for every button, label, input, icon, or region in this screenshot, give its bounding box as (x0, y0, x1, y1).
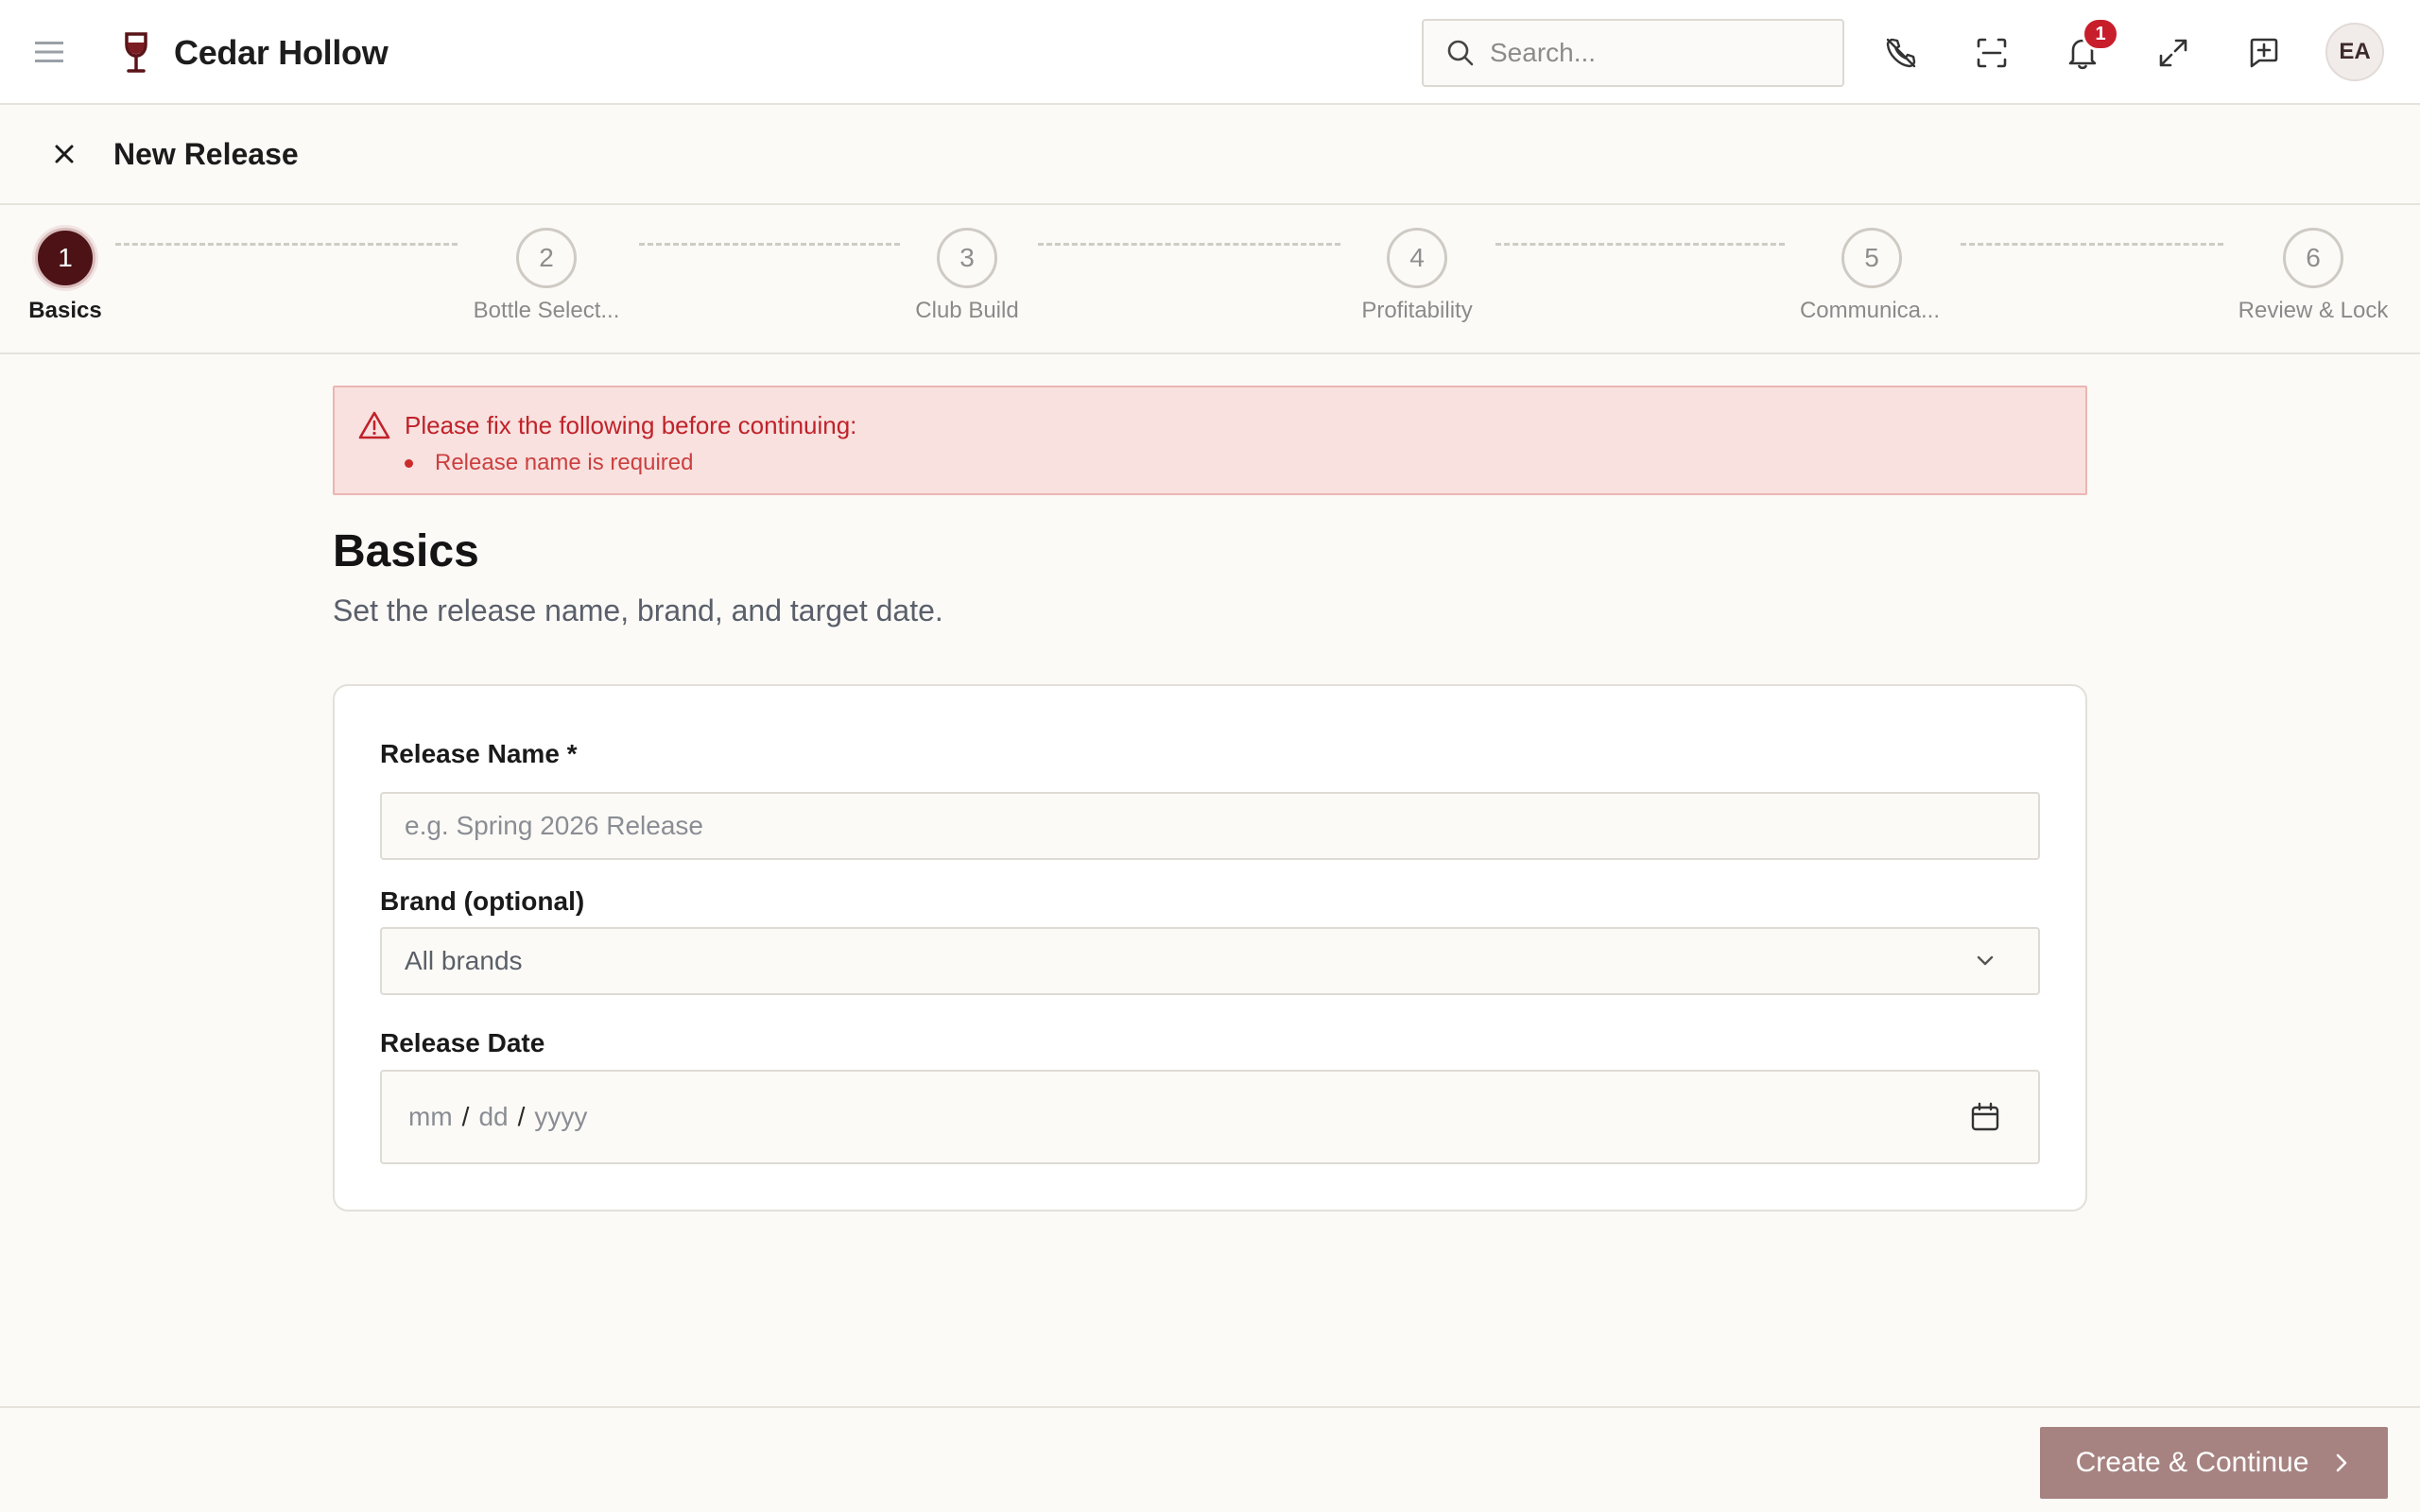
search-icon (1444, 37, 1477, 69)
section-title: Basics (333, 526, 479, 576)
chevron-down-icon (1966, 942, 2004, 980)
step-label: Profitability (1361, 298, 1473, 323)
release-date-field[interactable]: mm / dd / yyyy (380, 1070, 2040, 1164)
release-name-label: Release Name * (380, 739, 578, 768)
alert-title: Please fix the following before continui… (405, 411, 857, 439)
hamburger-menu-icon (35, 42, 63, 62)
brand-label: Brand (optional) (380, 886, 584, 917)
brand-select[interactable]: All brands (380, 927, 2040, 995)
calendar-icon[interactable] (1966, 1098, 2004, 1136)
date-year[interactable]: yyyy (534, 1102, 587, 1132)
wine-glass-icon (125, 32, 147, 73)
step-label: Communica... (1799, 298, 1941, 323)
step-label: Bottle Select... (473, 298, 620, 323)
app-root: Cedar Hollow Search... 1 EA New Release … (0, 0, 2420, 1512)
step-number[interactable]: 5 (1841, 228, 1902, 288)
fullscreen-button[interactable] (2149, 28, 2198, 77)
user-avatar[interactable]: EA (2325, 23, 2384, 81)
date-separator: / (461, 1102, 470, 1131)
release-name-field[interactable] (380, 792, 2040, 860)
close-icon (55, 145, 74, 163)
brand-logo[interactable] (117, 30, 155, 76)
date-day[interactable]: dd (478, 1102, 508, 1132)
search-box[interactable] (1422, 19, 1844, 87)
brand-name: Cedar Hollow (174, 33, 389, 72)
close-button[interactable] (43, 133, 85, 175)
page-title: New Release (113, 137, 299, 171)
step-connector (639, 243, 900, 246)
step-label: Review & Lock (2238, 298, 2389, 323)
phone-off-icon (1886, 38, 1916, 68)
date-month[interactable]: mm (408, 1102, 453, 1132)
wizard-stepper: 1 Basics 2 Bottle Select... 3 Club Build… (0, 205, 2420, 354)
menu-button[interactable] (28, 31, 70, 73)
scan-icon (1977, 38, 2007, 68)
step-number[interactable]: 4 (1387, 228, 1447, 288)
step-connector (1495, 243, 1785, 246)
step-number[interactable]: 3 (937, 228, 997, 288)
phone-off-button[interactable] (1876, 28, 1926, 77)
page-header: New Release (0, 105, 2420, 205)
wizard-footer: Create & Continue (0, 1406, 2420, 1512)
scan-button[interactable] (1967, 28, 2016, 77)
step-connector (1038, 243, 1340, 246)
create-continue-label: Create & Continue (2075, 1447, 2309, 1478)
step-connector (115, 243, 458, 246)
step-connector (1961, 243, 2223, 246)
feedback-button[interactable] (2239, 28, 2289, 77)
section-subtitle: Set the release name, brand, and target … (333, 593, 943, 627)
step-label: Club Build (915, 298, 1019, 323)
alert-list: Release name is required (404, 446, 693, 480)
chevron-right-icon (2331, 1451, 2352, 1475)
step-number[interactable]: 1 (35, 228, 95, 288)
expand-icon (2159, 39, 2187, 67)
message-plus-icon (2250, 38, 2278, 68)
alert-item: Release name is required (404, 446, 693, 480)
release-date-label: Release Date (380, 1028, 545, 1057)
warning-triangle-icon (358, 411, 390, 439)
release-name-input[interactable] (382, 811, 2038, 841)
basics-form-card: Release Name * Brand (optional) All bran… (333, 684, 2087, 1211)
brand-select-value: All brands (405, 946, 523, 975)
step-number[interactable]: 2 (516, 228, 577, 288)
top-header: Cedar Hollow Search... 1 EA (0, 0, 2420, 105)
step-number[interactable]: 6 (2283, 228, 2343, 288)
error-alert: Please fix the following before continui… (333, 386, 2087, 495)
date-separator: / (517, 1102, 526, 1131)
search-input[interactable] (1490, 38, 1811, 68)
brand-label-text: Brand (optional) (380, 886, 585, 916)
create-continue-button[interactable]: Create & Continue (2040, 1427, 2388, 1499)
step-label: Basics (28, 298, 102, 323)
date-segments[interactable]: mm / dd / yyyy (382, 1102, 1966, 1132)
notification-badge: 1 (2082, 17, 2119, 51)
